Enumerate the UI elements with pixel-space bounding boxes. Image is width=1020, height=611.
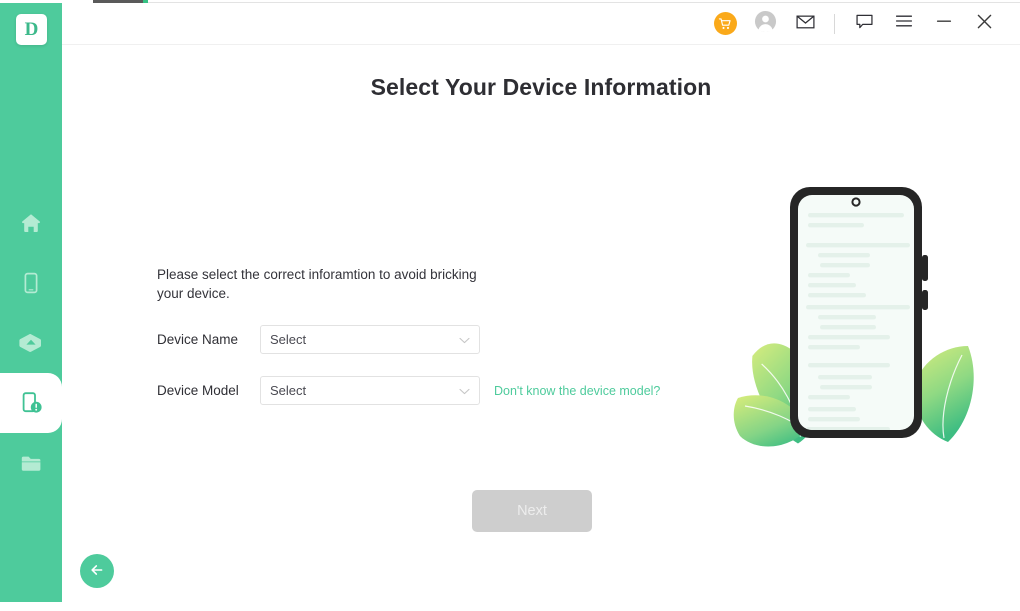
cart-button[interactable] [705,3,745,44]
mail-button[interactable] [785,3,825,44]
device-name-row: Device Name Select [157,325,677,354]
minimize-button[interactable] [924,3,964,44]
next-button[interactable]: Next [472,490,592,532]
device-name-value: Select [270,332,307,347]
sidebar-nav [0,193,62,493]
minimize-icon [934,11,954,36]
app-logo: D [16,14,47,45]
device-name-select[interactable]: Select [260,325,480,354]
close-button[interactable] [964,3,1004,44]
device-model-help-link[interactable]: Don't know the device model? [494,384,660,398]
device-name-label: Device Name [157,332,239,347]
account-button[interactable] [745,3,785,44]
sidebar-item-home[interactable] [0,193,62,253]
back-arrow-icon [87,560,107,583]
page-title: Select Your Device Information [370,74,712,100]
device-model-select[interactable]: Select [260,376,480,405]
toolbar-divider [834,13,835,34]
menu-button[interactable] [884,3,924,44]
app-logo-letter: D [24,19,39,40]
mail-icon [795,11,816,37]
account-icon [754,10,777,38]
device-model-row: Device Model Select Don't know the devic… [157,376,677,405]
phone-screen [798,195,914,430]
feedback-button[interactable] [844,3,884,44]
chevron-down-icon [459,382,470,400]
phone-power-button [922,290,928,310]
cart-icon [713,12,737,35]
sidebar-item-files[interactable] [0,433,62,493]
cloud-upload-icon [18,330,44,356]
sidebar-item-system-repair[interactable] [0,359,62,447]
phone-illustration [730,170,1000,460]
sidebar: D [0,3,62,602]
back-button[interactable] [80,554,114,588]
title-bar [62,3,1020,45]
folder-icon [19,451,44,476]
device-model-value: Select [270,383,307,398]
leaf-right [914,346,974,442]
app-window: D Select Your Device Information Please … [0,0,1020,611]
home-icon [19,211,43,235]
sidebar-item-device[interactable] [0,253,62,313]
phone-icon [19,271,43,295]
form-hint: Please select the correct inforamtion to… [157,267,477,301]
hamburger-icon [894,11,914,36]
close-icon [974,11,995,37]
device-info-form: Please select the correct inforamtion to… [157,265,677,427]
phone-warning-icon [18,390,44,416]
window-controls [705,3,1004,44]
chat-bubble-icon [854,11,875,37]
phone-volume-button [922,255,928,281]
chevron-down-icon [459,331,470,349]
device-model-label: Device Model [157,383,239,398]
